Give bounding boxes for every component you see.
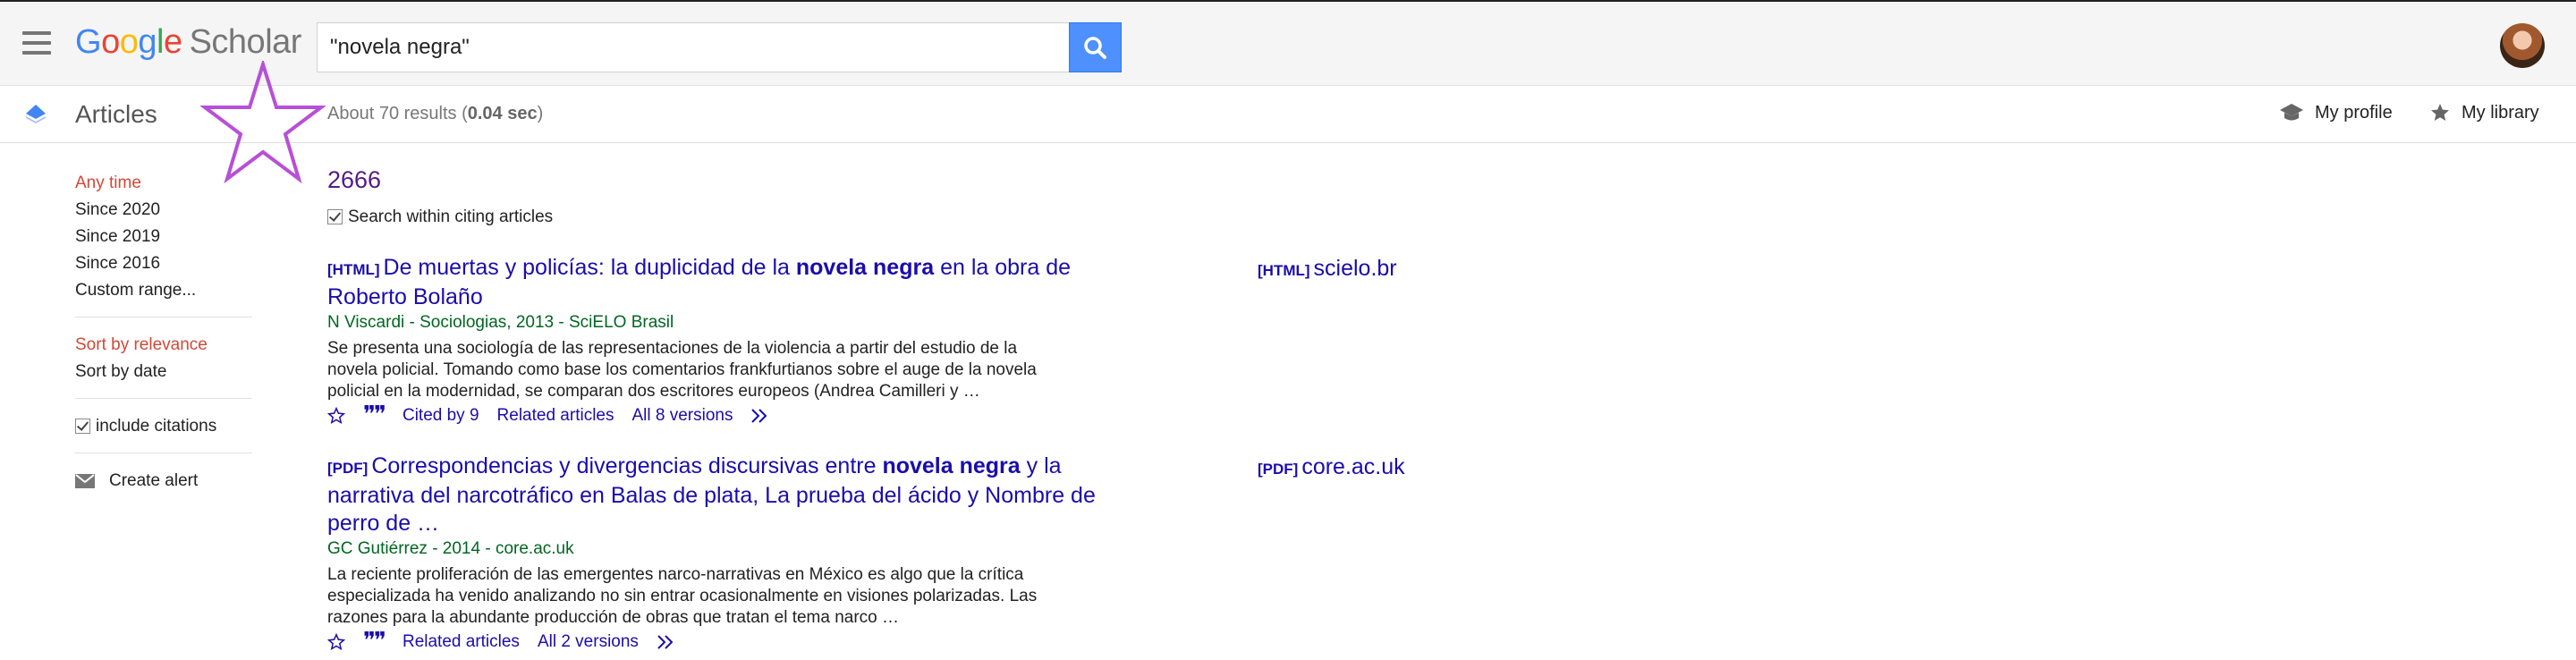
result-actions: ❞❞ Related articles All 2 versions bbox=[327, 630, 1123, 653]
result-title-link[interactable]: [PDF] Correspondencias y divergencias dis… bbox=[327, 453, 1123, 537]
include-citations-toggle[interactable]: include citations bbox=[75, 413, 254, 440]
cite-icon[interactable]: ❞❞ bbox=[363, 403, 386, 427]
filter-since-2016[interactable]: Since 2016 bbox=[75, 250, 254, 277]
filter-custom-range[interactable]: Custom range... bbox=[75, 277, 254, 304]
save-star-icon[interactable] bbox=[327, 633, 345, 651]
result-snippet: Se presenta una sociología de las repres… bbox=[327, 339, 1037, 401]
section-title: Articles bbox=[75, 100, 157, 128]
divider bbox=[75, 398, 252, 399]
sort-by-date[interactable]: Sort by date bbox=[75, 359, 254, 385]
search-input[interactable]: "novela negra" bbox=[317, 22, 1070, 72]
related-articles-link[interactable]: Related articles bbox=[497, 406, 614, 426]
checkbox-checked-icon[interactable] bbox=[75, 419, 90, 434]
annotation-star-icon bbox=[200, 61, 326, 184]
sub-header: Articles About 70 results (0.04 sec) My … bbox=[0, 86, 2576, 143]
my-profile-link[interactable]: My profile bbox=[2279, 102, 2393, 123]
all-versions-link[interactable]: All 2 versions bbox=[538, 632, 639, 652]
filter-since-2020[interactable]: Since 2020 bbox=[75, 197, 254, 224]
save-star-icon[interactable] bbox=[327, 407, 345, 425]
result-item: [PDF] Correspondencias y divergencias dis… bbox=[327, 453, 1123, 653]
result-item: [HTML] De muertas y policías: la duplicid… bbox=[327, 254, 1132, 427]
menu-icon[interactable] bbox=[22, 31, 51, 55]
fulltext-link[interactable]: [PDF] core.ac.uk bbox=[1258, 454, 1405, 480]
graduation-cap-icon bbox=[2280, 104, 2303, 121]
result-title-link[interactable]: [HTML] De muertas y policías: la duplicid… bbox=[327, 254, 1132, 311]
left-sidebar: Any time Since 2020 Since 2019 Since 201… bbox=[75, 170, 254, 495]
avatar[interactable] bbox=[2500, 23, 2545, 68]
search-icon bbox=[1084, 37, 1106, 59]
sort-by-relevance[interactable]: Sort by relevance bbox=[75, 332, 254, 359]
related-articles-link[interactable]: Related articles bbox=[402, 632, 520, 652]
more-icon[interactable] bbox=[750, 408, 772, 424]
create-alert-link[interactable]: Create alert bbox=[75, 468, 254, 495]
cite-icon[interactable]: ❞❞ bbox=[363, 630, 386, 653]
checkbox-checked-icon[interactable] bbox=[327, 209, 343, 224]
filter-since-2019[interactable]: Since 2019 bbox=[75, 224, 254, 250]
result-meta: N Viscardi - Sociologias, 2013 - SciELO … bbox=[327, 313, 674, 332]
google-scholar-logo[interactable]: Google Scholar bbox=[75, 23, 301, 62]
star-icon bbox=[2431, 104, 2449, 121]
search-button[interactable] bbox=[1069, 22, 1122, 72]
result-snippet: La reciente proliferación de las emergen… bbox=[327, 565, 1038, 627]
top-bar: Google Scholar "novela negra" bbox=[0, 0, 2576, 86]
cited-by-link[interactable]: Cited by 9 bbox=[402, 406, 479, 426]
articles-icon bbox=[26, 105, 46, 123]
result-meta: GC Gutiérrez - 2014 - core.ac.uk bbox=[327, 539, 574, 558]
citing-query-title[interactable]: 2666 bbox=[327, 166, 381, 194]
search-within-citing-toggle[interactable]: Search within citing articles bbox=[327, 207, 553, 227]
my-library-link[interactable]: My library bbox=[2429, 102, 2539, 123]
all-versions-link[interactable]: All 8 versions bbox=[631, 406, 733, 426]
fulltext-link[interactable]: [HTML] scielo.br bbox=[1258, 256, 1397, 282]
envelope-icon bbox=[75, 474, 95, 488]
result-actions: ❞❞ Cited by 9 Related articles All 8 ver… bbox=[327, 403, 1132, 427]
more-icon[interactable] bbox=[657, 634, 678, 650]
results-count: About 70 results (0.04 sec) bbox=[327, 104, 544, 123]
